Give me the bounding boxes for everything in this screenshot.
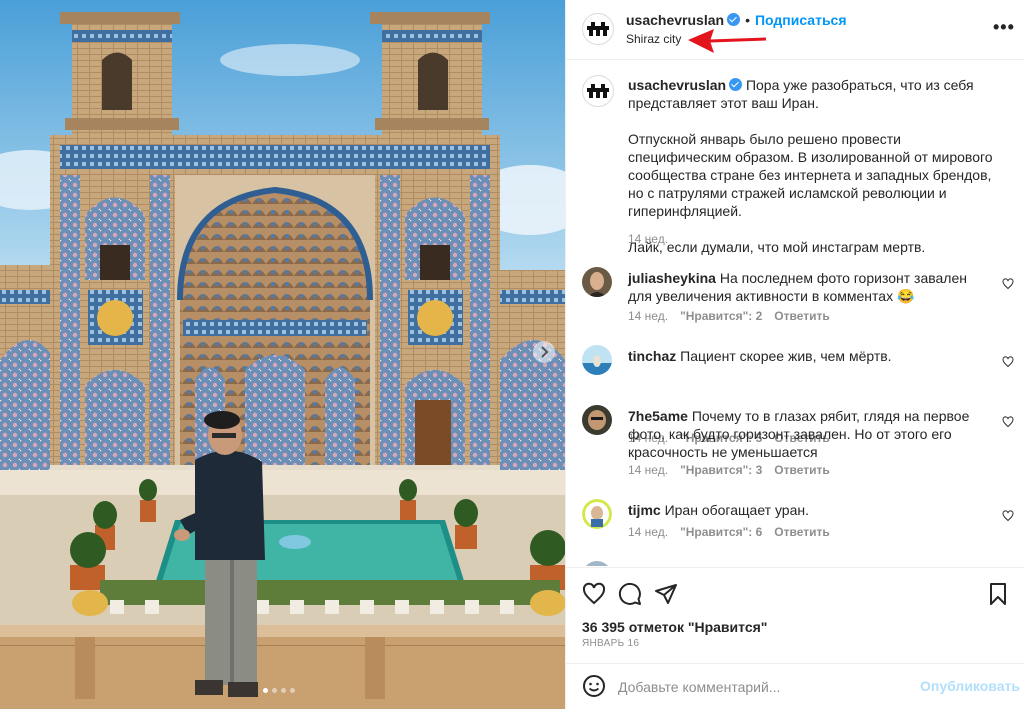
header-username[interactable]: usachevruslan bbox=[626, 12, 724, 28]
carousel-indicator bbox=[263, 688, 295, 693]
comment-text: Пациент скорее жив, чем мёртв. bbox=[680, 348, 892, 364]
comment-body: tinchaz Пациент скорее жив, чем мёртв. bbox=[628, 347, 978, 365]
comment-username[interactable]: 7he5ame bbox=[628, 408, 688, 424]
avatar[interactable] bbox=[582, 561, 612, 566]
comment-likes[interactable]: "Нравится": 6 bbox=[680, 525, 762, 539]
verified-badge-icon bbox=[727, 13, 741, 26]
more-options-button[interactable]: ••• bbox=[993, 17, 1015, 38]
comment-timestamp[interactable]: 14 нед. bbox=[628, 309, 668, 323]
comment-icon[interactable] bbox=[618, 582, 642, 606]
avatar[interactable] bbox=[582, 405, 612, 435]
caption-timestamp[interactable]: 14 нед. bbox=[628, 232, 668, 246]
annotation-arrow-icon bbox=[688, 29, 767, 53]
likes-count[interactable]: 36 395 отметок "Нравится" bbox=[582, 619, 767, 635]
comment-timestamp[interactable]: 14 нед. bbox=[628, 463, 668, 477]
post-photo[interactable] bbox=[0, 0, 565, 709]
carousel-dot bbox=[290, 688, 295, 693]
caption-username[interactable]: usachevruslan bbox=[628, 77, 726, 93]
header-user-line: usachevruslan • Подписаться bbox=[626, 12, 847, 28]
carousel-dot bbox=[272, 688, 277, 693]
comment-username[interactable]: tinchaz bbox=[628, 348, 676, 364]
emoji-icon[interactable] bbox=[582, 674, 606, 698]
avatar[interactable] bbox=[582, 345, 612, 375]
bookmark-icon[interactable] bbox=[986, 582, 1010, 606]
avatar[interactable] bbox=[582, 75, 614, 107]
like-comment-heart-icon[interactable] bbox=[1002, 510, 1014, 522]
comments-list[interactable]: usachevruslan Пора уже разобраться, что … bbox=[566, 61, 1024, 566]
comment-meta: 14 нед. "Нравится": 2 Ответить bbox=[628, 309, 830, 323]
commenter-photo bbox=[582, 345, 612, 375]
caption-text: Отпускной январь было решено провести сп… bbox=[628, 131, 993, 219]
comment-text: Иран обогащает уран. bbox=[664, 502, 809, 518]
like-comment-heart-icon[interactable] bbox=[1002, 278, 1014, 290]
post-date: ЯНВАРЬ 16 bbox=[582, 638, 640, 649]
post-side-panel: usachevruslan • Подписаться Shiraz city ••… bbox=[565, 0, 1024, 709]
post-caption: usachevruslan Пора уже разобраться, что … bbox=[628, 76, 1008, 256]
avatar[interactable] bbox=[582, 267, 612, 297]
follow-button[interactable]: Подписаться bbox=[755, 12, 847, 28]
comment-likes[interactable]: "Нравится": 2 bbox=[680, 309, 762, 323]
comment-body: 7he5ame Почему то в глазах рябит, глядя … bbox=[628, 407, 978, 461]
reply-button[interactable]: Ответить bbox=[774, 525, 829, 539]
verified-badge-icon bbox=[729, 78, 743, 91]
commenter-photo bbox=[582, 499, 612, 529]
carousel-dot bbox=[263, 688, 268, 693]
comment-username[interactable]: tijmc bbox=[628, 502, 661, 518]
pixel-logo-icon bbox=[587, 22, 609, 36]
commenter-photo bbox=[582, 405, 612, 435]
avatar[interactable] bbox=[582, 13, 614, 45]
dot-separator: • bbox=[745, 12, 750, 28]
like-comment-heart-icon[interactable] bbox=[1002, 356, 1014, 368]
publish-button[interactable]: Опубликовать bbox=[920, 678, 1020, 694]
mosque-photo-image bbox=[0, 0, 565, 709]
comment-username[interactable]: juliasheykina bbox=[628, 270, 716, 286]
comment-body: juliasheykina На последнем фото горизонт… bbox=[628, 269, 978, 305]
comment-body: tijmc Иран обогащает уран. bbox=[628, 501, 978, 519]
reply-button[interactable]: Ответить bbox=[774, 463, 829, 477]
comment-timestamp[interactable]: 14 нед. bbox=[628, 525, 668, 539]
commenter-photo bbox=[585, 561, 609, 566]
like-comment-heart-icon[interactable] bbox=[1002, 416, 1014, 428]
avatar[interactable] bbox=[582, 499, 612, 529]
location-link[interactable]: Shiraz city bbox=[626, 32, 681, 46]
heart-icon[interactable] bbox=[582, 582, 606, 606]
post-header: usachevruslan • Подписаться Shiraz city ••… bbox=[566, 0, 1024, 60]
comment-input[interactable] bbox=[618, 676, 908, 698]
reply-button[interactable]: Ответить bbox=[774, 309, 829, 323]
chevron-right-icon bbox=[541, 346, 549, 358]
comment-meta: 14 нед. "Нравится": 3 Ответить bbox=[628, 463, 830, 477]
add-comment-bar: Опубликовать bbox=[566, 663, 1024, 709]
post-actions: 36 395 отметок "Нравится" ЯНВАРЬ 16 bbox=[566, 567, 1024, 667]
next-slide-button[interactable] bbox=[533, 341, 555, 363]
pixel-logo-icon bbox=[587, 84, 609, 98]
share-icon[interactable] bbox=[654, 582, 678, 606]
caption-text: Лайк, если думали, что мой инстаграм мер… bbox=[628, 239, 926, 255]
comment-meta: 14 нед. "Нравится": 6 Ответить bbox=[628, 525, 830, 539]
carousel-dot bbox=[281, 688, 286, 693]
commenter-photo bbox=[582, 267, 612, 297]
comment-likes[interactable]: "Нравится": 3 bbox=[680, 463, 762, 477]
